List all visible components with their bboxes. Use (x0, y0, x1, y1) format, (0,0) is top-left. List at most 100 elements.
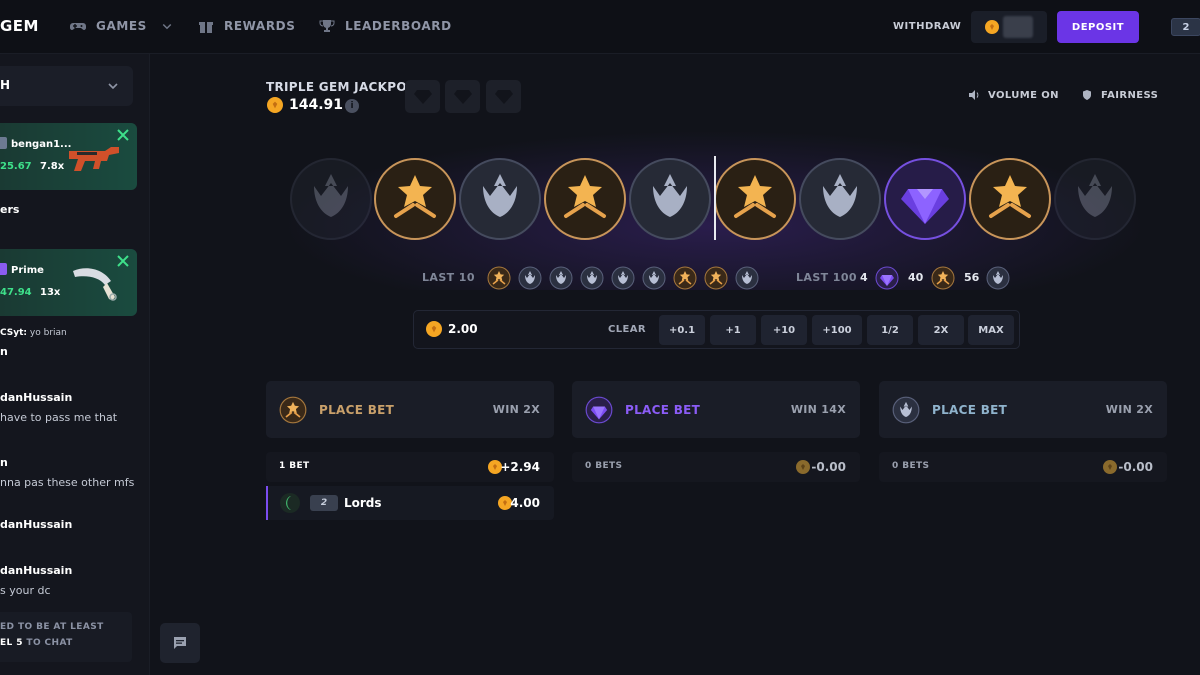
recent-win-card[interactable]: bengan1... 25.67 7.8x (0, 123, 137, 190)
bets-summary-gem: 0 BETS -0.00 (572, 452, 860, 482)
user-level-badge[interactable]: 2 (1171, 18, 1200, 36)
ct-wings-history-icon (518, 266, 542, 290)
clear-button[interactable]: CLEAR (608, 324, 646, 335)
t-star-tile-icon (544, 158, 626, 240)
gem-tile-icon (884, 158, 966, 240)
jackpot-title: TRIPLE GEM JACKPOT (266, 80, 416, 94)
bets-summary-t: 1 BET +2.94 (266, 452, 554, 482)
ct-wings-tile-icon (1054, 158, 1136, 240)
volume-label: VOLUME ON (988, 89, 1059, 101)
jackpot-gem-slot (486, 80, 521, 113)
place-bet-label: PLACE BET (932, 403, 1008, 417)
bets-summary-ct: 0 BETS -0.00 (879, 452, 1167, 482)
gem-icon (585, 396, 613, 424)
win-user: bengan1... (11, 139, 72, 150)
t-star-history-icon (487, 266, 511, 290)
chat-icon (174, 637, 186, 649)
avatar (280, 493, 300, 513)
chat-lock-rest: TO CHAT (22, 638, 73, 648)
chat-lock-line1: ED TO BE AT LEAST (0, 622, 104, 632)
t-star-history-icon (704, 266, 728, 290)
nav-leaderboard-label: LEADERBOARD (345, 19, 452, 33)
info-icon[interactable]: i (345, 99, 359, 113)
nav-rewards-label: REWARDS (224, 19, 296, 33)
ct-wings-tile-icon (459, 158, 541, 240)
fairness-label: FAIRNESS (1101, 89, 1159, 101)
karambit-skin-icon (73, 268, 117, 301)
bet-plus-1-button[interactable]: +1 (710, 315, 756, 345)
win-multiplier-label: WIN 14X (790, 403, 846, 416)
bettor-level-badge: 2 (310, 495, 338, 511)
gem-icon (875, 266, 899, 290)
coin-icon (267, 97, 283, 113)
bet-double-button[interactable]: 2X (918, 315, 964, 345)
place-bet-label: PLACE BET (319, 403, 395, 417)
section-label: ers (0, 203, 20, 216)
trophy-icon (319, 20, 335, 32)
avatar-image (286, 496, 291, 510)
chat-user: n (0, 456, 8, 469)
chat-toggle-button[interactable] (160, 623, 200, 663)
volume-toggle[interactable]: VOLUME ON (968, 89, 1059, 101)
chat-message: CSyt: yo brian (0, 328, 67, 338)
coin-icon (985, 20, 999, 34)
sidebar-chat: H bengan1... 25.67 7.8x ers Prime 47.94 … (0, 54, 150, 675)
nav-rewards[interactable]: REWARDS (198, 18, 295, 34)
chat-lock-level: EL 5 (0, 638, 23, 648)
bettor-row: 2 Lords 4.00 (266, 486, 554, 520)
gem-outline-icon (413, 89, 432, 104)
win-amount: 47.94 (0, 287, 32, 298)
nav-games[interactable]: GAMES (70, 18, 173, 34)
win-amount: 25.67 (0, 161, 32, 172)
t-star-icon (279, 396, 307, 424)
ct-wings-icon (986, 266, 1010, 290)
ct-wings-history-icon (611, 266, 635, 290)
chat-user: danHussain (0, 518, 73, 531)
gem-outline-icon (494, 89, 513, 104)
gem-count: 4 (860, 271, 868, 284)
roulette-marker (714, 156, 716, 240)
bet-half-button[interactable]: 1/2 (867, 315, 913, 345)
balance-display[interactable] (971, 11, 1047, 43)
chat-text: have to pass me that (0, 411, 118, 424)
win-user: Prime (11, 265, 44, 276)
coin-icon (796, 460, 810, 474)
t-star-tile-icon (374, 158, 456, 240)
chat-room-select[interactable]: H (0, 66, 133, 106)
coin-icon (426, 321, 442, 337)
top-bar: GEM GAMES REWARDS LEADERBOARD WITHDRAW D… (0, 0, 1200, 54)
jackpot-gem-slot (405, 80, 440, 113)
bet-plus-100-button[interactable]: +100 (812, 315, 862, 345)
bet-max-button[interactable]: MAX (968, 315, 1014, 345)
bet-amount-input[interactable]: 2.00 (448, 322, 478, 336)
gift-icon (199, 22, 213, 33)
chat-text: yo brian (29, 328, 67, 338)
fairness-button[interactable]: FAIRNESS (1081, 89, 1158, 101)
bet-plus-0-1-button[interactable]: +0.1 (659, 315, 705, 345)
place-bet-ct-button[interactable]: PLACE BET WIN 2X (879, 381, 1167, 438)
place-bet-gem-button[interactable]: PLACE BET WIN 14X (572, 381, 860, 438)
t-star-tile-icon (714, 158, 796, 240)
ct-wings-tile-icon (629, 158, 711, 240)
t-star-icon (931, 266, 955, 290)
last-100-label: LAST 100 (796, 271, 857, 284)
win-multiplier: 13x (40, 287, 61, 298)
site-logo[interactable]: GEM (0, 17, 39, 35)
bet-plus-10-button[interactable]: +10 (761, 315, 807, 345)
nav-leaderboard[interactable]: LEADERBOARD (319, 18, 452, 34)
chat-user: danHussain (0, 564, 73, 577)
place-bet-t-button[interactable]: PLACE BET WIN 2X (266, 381, 554, 438)
shield-icon (1083, 90, 1091, 100)
bets-total: -0.00 (811, 460, 846, 474)
ct-count: 56 (964, 271, 980, 284)
recent-win-card[interactable]: Prime 47.94 13x (0, 249, 137, 316)
chat-text: s your dc (0, 584, 51, 597)
bet-amount-bar: 2.00 CLEAR +0.1 +1 +10 +100 1/2 2X MAX (413, 310, 1020, 349)
bets-count: 0 BETS (892, 461, 930, 471)
bets-count: 0 BETS (585, 461, 623, 471)
ct-wings-history-icon (580, 266, 604, 290)
last-10-label: LAST 10 (422, 271, 475, 284)
deposit-button[interactable]: DEPOSIT (1057, 11, 1139, 43)
withdraw-button[interactable]: WITHDRAW (893, 21, 961, 32)
bets-total: -0.00 (1118, 460, 1153, 474)
